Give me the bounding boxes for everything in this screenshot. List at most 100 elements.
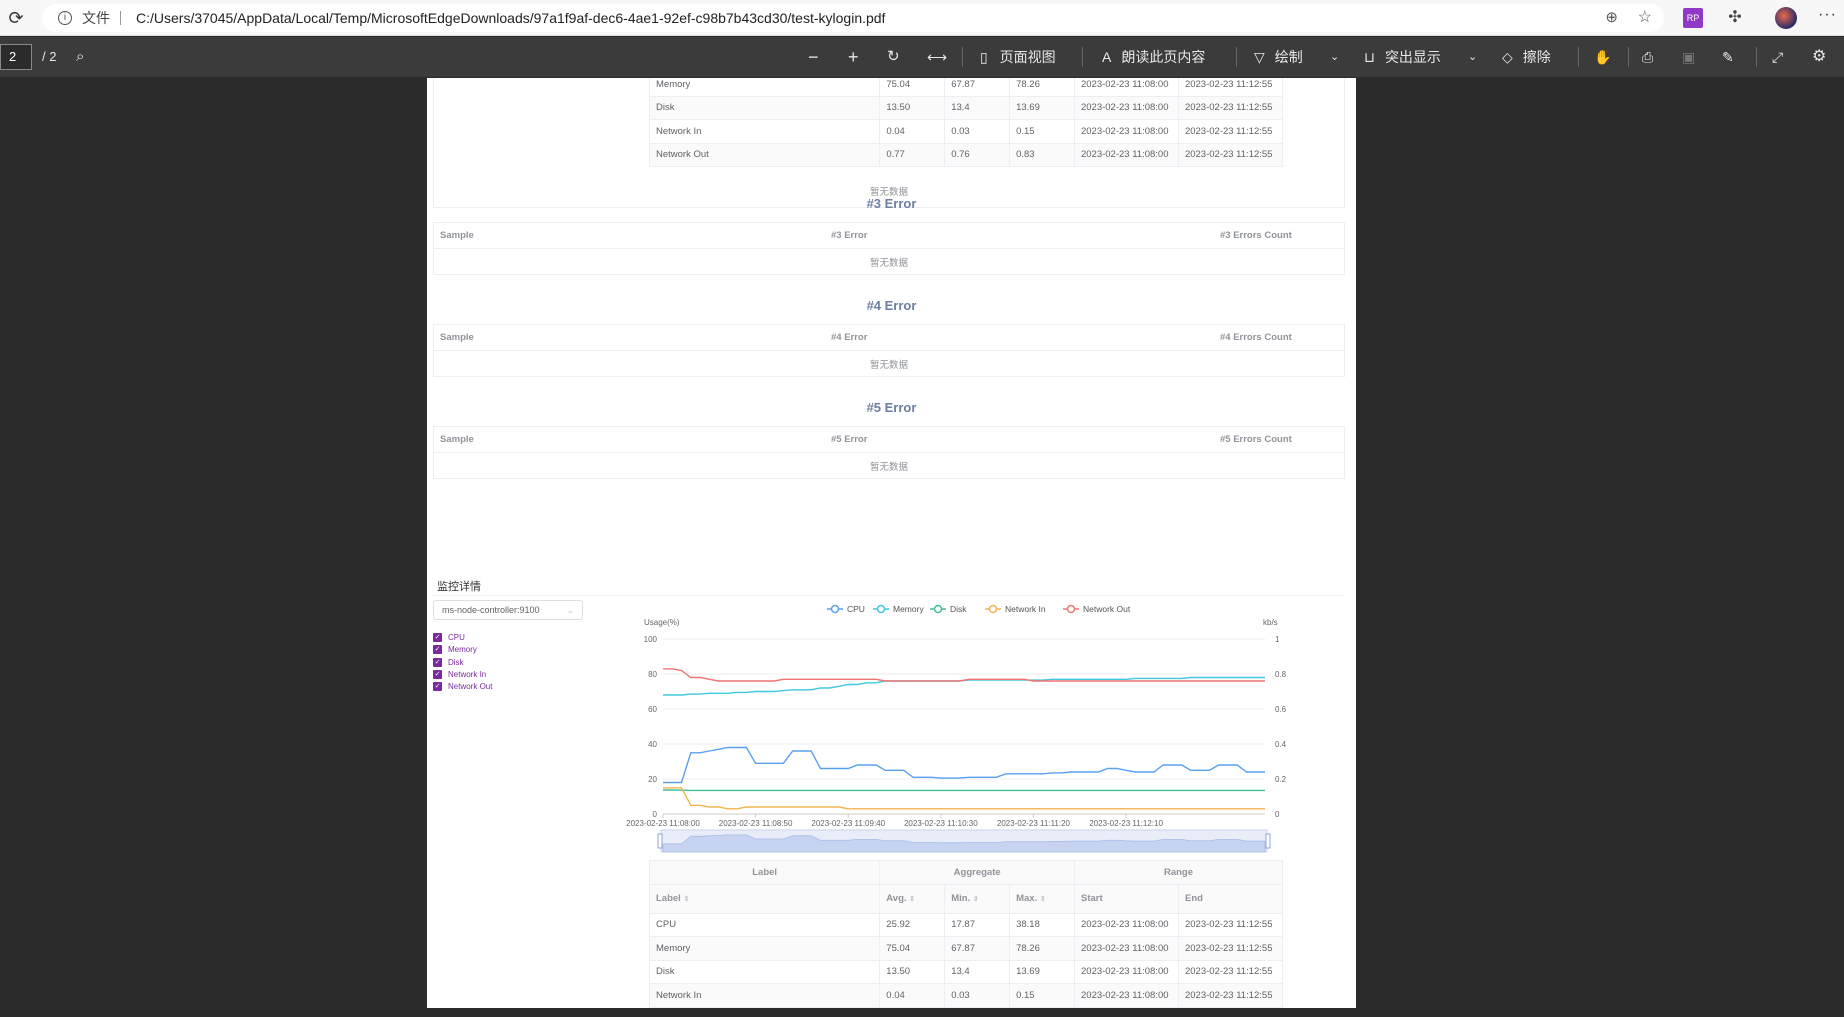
draw-button[interactable]: ▽ 绘制 [1254, 47, 1303, 67]
y-tick-left: 60 [648, 705, 657, 714]
search-icon[interactable]: ⌕ [76, 47, 84, 67]
column-header[interactable]: Start [1074, 883, 1179, 914]
legend-label: CPU [847, 604, 865, 614]
draw-icon: ▽ [1254, 49, 1265, 65]
sort-icon[interactable]: ⇕ [909, 896, 915, 903]
column-header[interactable]: Avg. ⇕ [879, 883, 946, 914]
cell-avg: 25.92 [879, 912, 946, 937]
column-header-label: Label [656, 893, 681, 904]
monitor-chart: CPU Memory Disk Network In Network Out Usage… [626, 604, 1287, 853]
x-tick-label: 2023-02-23 11:09:40 [811, 819, 885, 828]
legend-label: Disk [950, 604, 967, 614]
cell-min: 67.87 [944, 936, 1011, 961]
y-tick-left: 80 [648, 670, 657, 679]
read-aloud-button[interactable]: A 朗读此页内容 [1102, 47, 1205, 67]
url-field[interactable]: i 文件 C:/Users/37045/AppData/Local/Temp/M… [42, 4, 1664, 32]
page-view-label: 页面视图 [999, 49, 1056, 65]
more-menu-icon[interactable]: ··· [1818, 6, 1837, 24]
cell-avg: 75.04 [879, 936, 946, 961]
erase-button[interactable]: ◇ 擦除 [1502, 47, 1551, 67]
cell-avg: 13.50 [879, 959, 946, 984]
toolbar-divider [1578, 47, 1579, 67]
x-tick-label: 2023-02-23 11:11:20 [997, 819, 1071, 828]
legend-label: Network Out [1083, 604, 1131, 614]
column-header[interactable]: Min. ⇕ [944, 883, 1011, 914]
page-total: / 2 [42, 49, 57, 64]
y-tick-left: 0 [653, 810, 658, 819]
cell-label: Disk [648, 959, 881, 984]
cell-label: CPU [648, 912, 881, 937]
toolbar-divider [1236, 47, 1237, 67]
bottom-stats-table: Label Aggregate Range Label ⇕ Avg. ⇕ Min. … [648, 860, 1284, 1008]
profile-avatar[interactable] [1775, 7, 1797, 29]
legend-marker [876, 604, 886, 614]
highlight-icon: ⊔ [1364, 49, 1375, 65]
toolbar-divider [962, 47, 963, 67]
legend-marker [1066, 604, 1076, 614]
toolbar-divider [1628, 47, 1629, 67]
table-row: Disk 13.50 13.4 13.69 2023-02-23 11:08:00 202… [648, 959, 1284, 984]
page-view-button[interactable]: ▯ 页面视图 [980, 47, 1056, 67]
x-tick-label: 2023-02-23 11:08:00 [626, 819, 700, 828]
rotate-icon[interactable]: ↻ [887, 47, 900, 67]
cell-max: 38.18 [1009, 912, 1075, 937]
y-axis-right-title: kb/s [1263, 618, 1278, 627]
column-header[interactable]: Max. ⇕ [1009, 883, 1075, 914]
fullscreen-icon[interactable]: ⤢ [1772, 47, 1783, 67]
refresh-icon[interactable]: ⟳ [4, 6, 28, 30]
zoom-icon[interactable]: ⊕ [1605, 4, 1618, 32]
chart-series [663, 668, 1265, 810]
highlight-label: 突出显示 [1384, 49, 1441, 65]
group-header-aggregate: Aggregate [879, 860, 1075, 885]
cell-min: 17.87 [944, 912, 1011, 937]
cell-min: 0.03 [944, 983, 1011, 1008]
sort-icon[interactable]: ⇕ [1040, 896, 1046, 903]
group-header-range: Range [1074, 860, 1283, 885]
zoom-out-icon[interactable]: − [808, 47, 819, 67]
page-number-input[interactable]: 2 [0, 44, 32, 70]
chart-grid [663, 638, 1265, 815]
print-icon[interactable]: ⎙ [1642, 47, 1653, 67]
sort-icon[interactable]: ⇕ [683, 896, 689, 903]
zoom-handle-right[interactable] [1265, 833, 1271, 849]
column-header[interactable]: End [1177, 883, 1284, 914]
extensions-puzzle-icon[interactable]: ✣ [1725, 8, 1745, 28]
settings-gear-icon[interactable]: ⚙ [1812, 47, 1826, 67]
url-text[interactable]: C:/Users/37045/AppData/Local/Temp/Micros… [136, 4, 885, 32]
legend-marker [933, 604, 943, 614]
fit-width-icon[interactable]: ⟷ [927, 47, 947, 67]
cell-min: 13.4 [944, 959, 1011, 984]
y-tick-right: 0 [1275, 810, 1280, 819]
cell-start: 2023-02-23 11:08:00 [1074, 936, 1179, 961]
cell-end: 2023-02-23 11:12:55 [1177, 983, 1284, 1008]
chart-axes: Usage(%) kb/s 0 20 40 60 80 100 0 0.2 0.4 0.6 0.8 1 20… [626, 618, 1287, 828]
table-row: Network In 0.04 0.03 0.15 2023-02-23 11:08:0… [648, 983, 1284, 1008]
cell-max: 0.15 [1009, 983, 1075, 1008]
highlight-button[interactable]: ⊔ 突出显示 [1364, 47, 1441, 67]
y-tick-left: 40 [648, 740, 657, 749]
x-tick-label: 2023-02-23 11:12:10 [1089, 819, 1163, 828]
touch-icon: ✋ [1594, 49, 1612, 65]
sort-icon[interactable]: ⇕ [973, 896, 979, 903]
column-header[interactable]: Label ⇕ [648, 883, 881, 914]
draw-label: 绘制 [1274, 49, 1303, 65]
legend-marker [988, 604, 998, 614]
extension-rp-icon[interactable]: RP [1683, 8, 1703, 28]
column-header-label: Avg. [886, 893, 907, 904]
x-tick-label: 2023-02-23 11:10:30 [904, 819, 978, 828]
address-bar: ⟳ i 文件 C:/Users/37045/AppData/Local/Temp… [0, 0, 1844, 36]
favorite-icon[interactable]: ☆ [1638, 4, 1652, 32]
y-tick-right: 1 [1275, 635, 1280, 644]
highlight-dropdown-icon[interactable]: ⌄ [1468, 47, 1477, 67]
zoom-handle-left[interactable] [657, 833, 663, 849]
column-header-label: Min. [951, 893, 971, 904]
y-tick-right: 0.4 [1275, 740, 1287, 749]
read-aloud-icon: A [1102, 49, 1112, 65]
zoom-in-icon[interactable]: + [848, 47, 859, 67]
draw-dropdown-icon[interactable]: ⌄ [1330, 47, 1339, 67]
y-tick-left: 20 [648, 775, 657, 784]
group-header-label: Label [648, 860, 881, 885]
save-as-icon[interactable]: ✎ [1722, 47, 1734, 67]
cell-end: 2023-02-23 11:12:55 [1177, 959, 1284, 984]
info-icon[interactable]: i [58, 11, 72, 25]
